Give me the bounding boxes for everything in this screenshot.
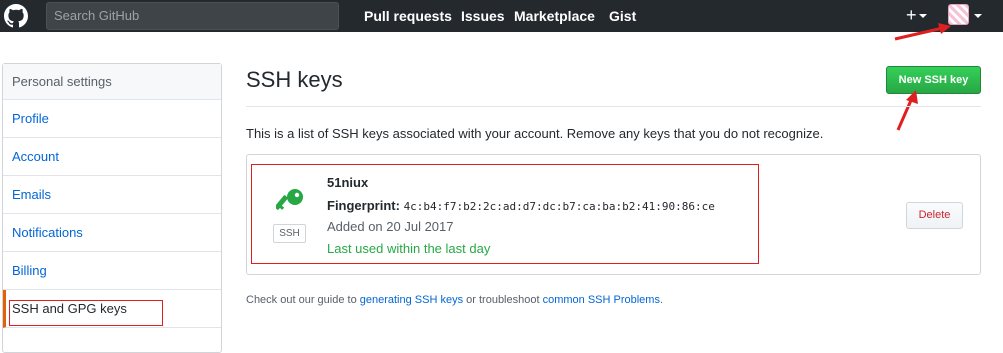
sidebar-item-profile[interactable]: Profile xyxy=(3,100,221,138)
top-navigation-bar: Search GitHub Pull requests Issues Marke… xyxy=(0,0,1003,32)
sidebar-item-notifications[interactable]: Notifications xyxy=(3,214,221,252)
fingerprint-value: 4c:b4:f7:b2:2c:ad:d7:dc:b7:ca:ba:b2:41:9… xyxy=(403,200,715,213)
github-logo-icon[interactable] xyxy=(0,0,32,32)
help-footer: Check out our guide to generating SSH ke… xyxy=(246,294,663,306)
key-icon xyxy=(274,187,306,222)
footer-text-middle: or troubleshoot xyxy=(463,294,543,306)
generating-ssh-keys-link[interactable]: generating SSH keys xyxy=(360,294,463,306)
page-title: SSH keys xyxy=(246,67,343,92)
annotation-arrow-icon xyxy=(894,23,951,41)
annotation-arrow-icon xyxy=(896,90,918,131)
search-input[interactable]: Search GitHub xyxy=(46,2,339,30)
chevron-down-icon[interactable] xyxy=(974,14,982,18)
sidebar-item-emails[interactable]: Emails xyxy=(3,176,221,214)
footer-text-suffix: . xyxy=(659,294,664,306)
delete-key-button[interactable]: Delete xyxy=(906,202,963,229)
title-divider xyxy=(246,106,981,107)
sidebar-header: Personal settings xyxy=(3,64,221,100)
nav-issues[interactable]: Issues xyxy=(461,0,505,32)
sidebar-item-billing[interactable]: Billing xyxy=(3,252,221,290)
nav-pull-requests[interactable]: Pull requests xyxy=(364,0,452,32)
fingerprint-label: Fingerprint: xyxy=(327,198,400,213)
footer-text-prefix: Check out our guide to xyxy=(246,294,360,306)
key-last-used: Last used within the last day xyxy=(327,241,491,256)
key-fingerprint: Fingerprint: 4c:b4:f7:b2:2c:ad:d7:dc:b7:… xyxy=(327,198,715,213)
nav-gist[interactable]: Gist xyxy=(609,0,636,32)
sidebar-item-account[interactable]: Account xyxy=(3,138,221,176)
key-added-date: Added on 20 Jul 2017 xyxy=(327,219,454,234)
chevron-down-icon xyxy=(918,14,927,19)
ssh-badge: SSH xyxy=(273,224,306,243)
common-ssh-problems-link[interactable]: common SSH Problems xyxy=(543,294,660,306)
description-text: This is a list of SSH keys associated wi… xyxy=(246,126,824,141)
nav-marketplace[interactable]: Marketplace xyxy=(514,0,595,32)
key-title: 51niux xyxy=(327,175,369,190)
annotation-highlight-box xyxy=(9,300,163,326)
